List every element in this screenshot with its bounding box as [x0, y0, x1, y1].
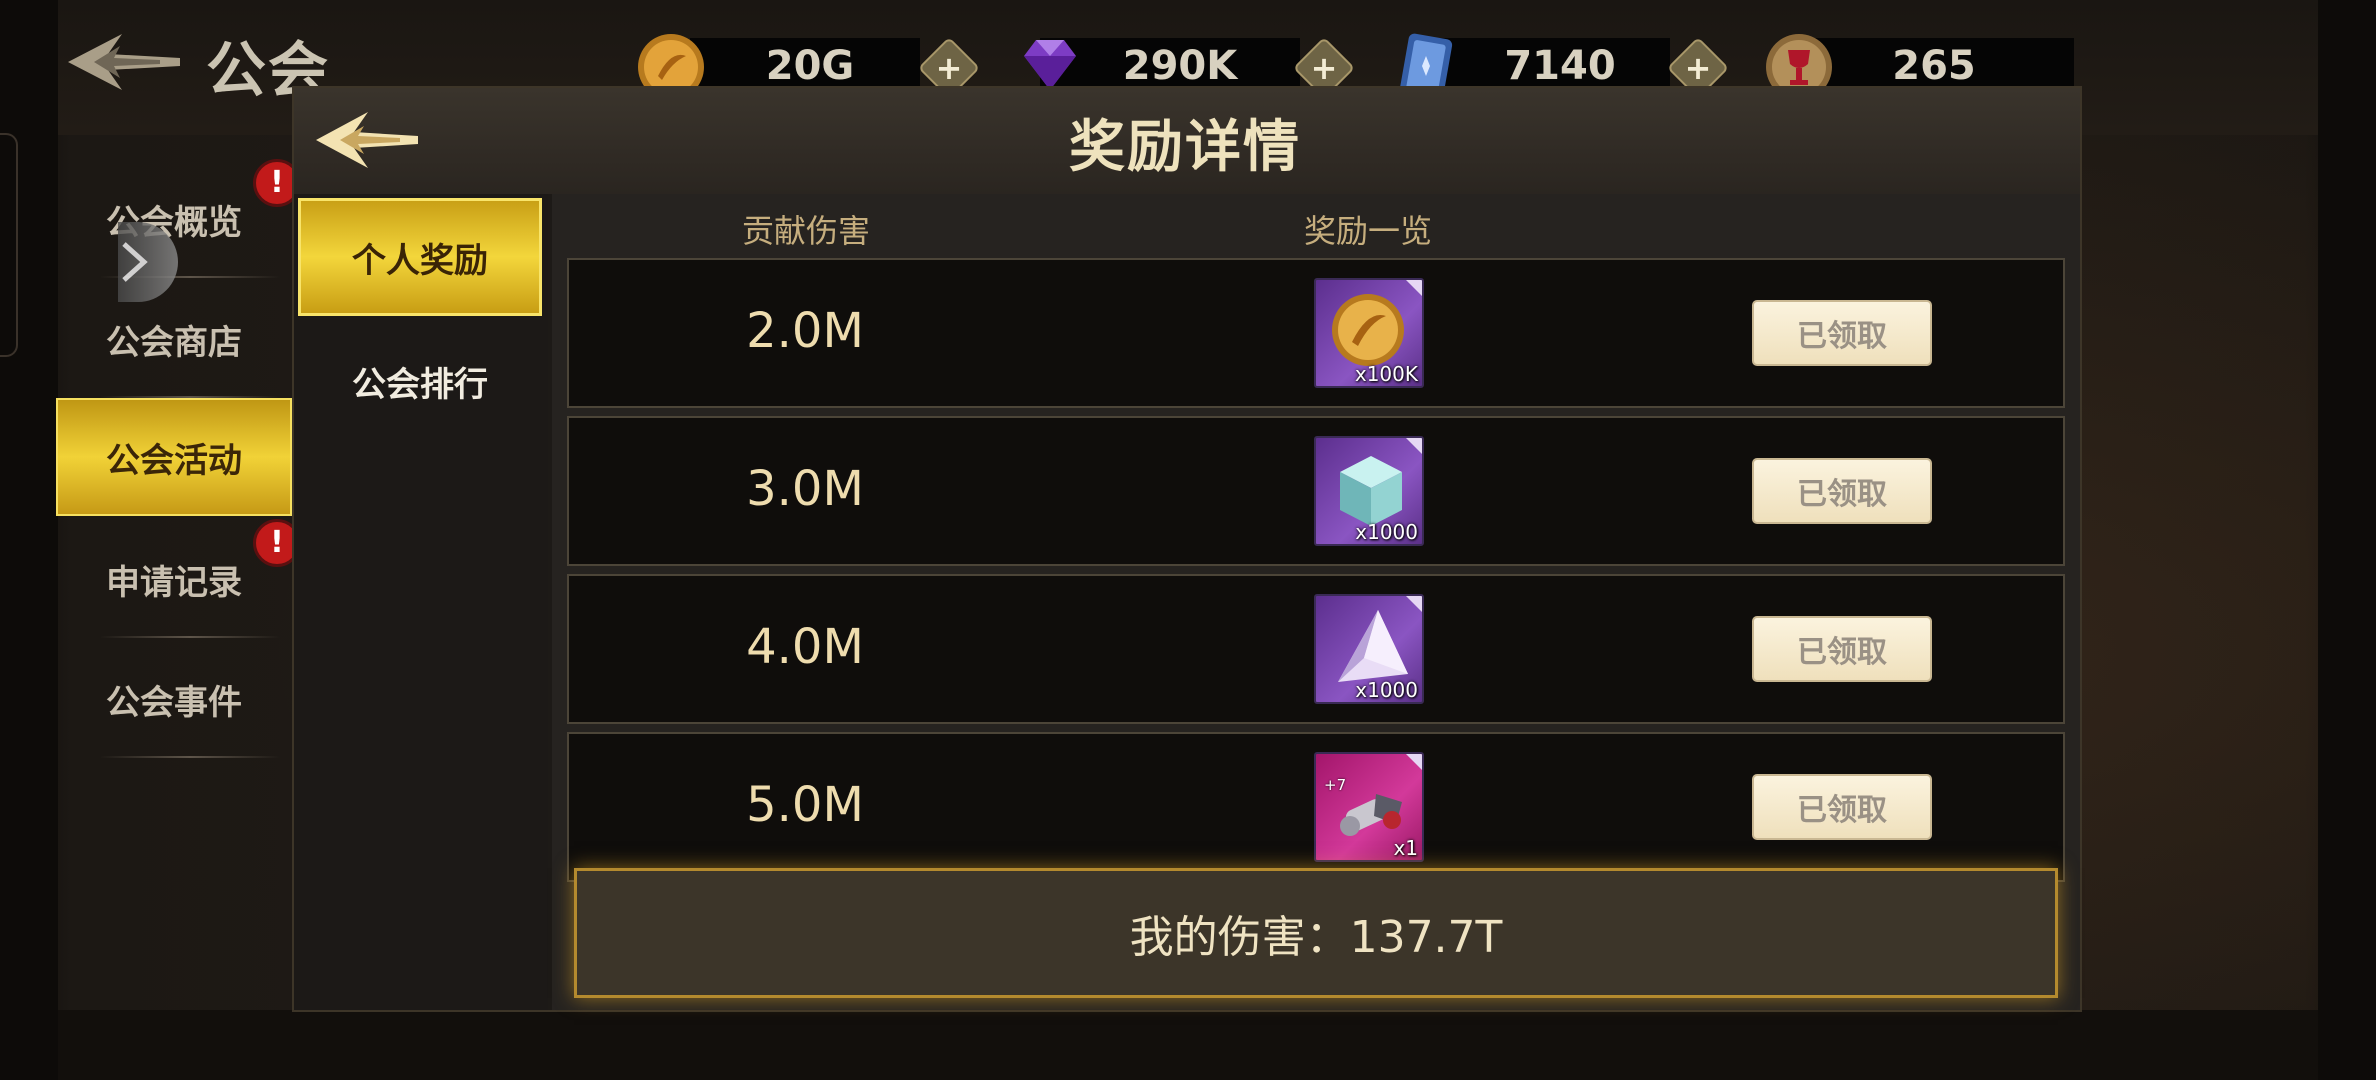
sidebar-item-label: 公会事件 — [106, 682, 242, 723]
plus-icon: + — [1310, 49, 1338, 87]
reward-item[interactable]: x1000 — [1314, 594, 1424, 704]
reward-item[interactable]: x1000 — [1314, 436, 1424, 546]
tabs-column — [294, 194, 548, 1010]
rarity-corner — [1406, 754, 1422, 770]
reward-item[interactable]: +7 x1 — [1314, 752, 1424, 862]
item-quantity: x1 — [1393, 836, 1418, 860]
item-quantity: x1000 — [1355, 520, 1418, 544]
sidebar-item-label: 公会商店 — [106, 322, 242, 363]
tab-personal-rewards[interactable]: 个人奖励 — [298, 198, 542, 316]
my-damage-label: 我的伤害：137.7T — [1129, 912, 1503, 963]
claimed-button[interactable]: 已领取 — [1752, 300, 1932, 366]
tab-label: 公会排行 — [352, 364, 488, 405]
panel-title: 奖励详情 — [1069, 115, 1301, 180]
rarity-corner — [1406, 438, 1422, 454]
my-damage-bar: 我的伤害：137.7T — [574, 868, 2058, 998]
tab-label: 个人奖励 — [352, 240, 488, 281]
column-header-rewards: 奖励一览 — [1303, 212, 1432, 250]
background-bottom-band — [0, 1010, 2376, 1080]
claimed-button[interactable]: 已领取 — [1752, 616, 1932, 682]
damage-threshold: 5.0M — [746, 777, 864, 833]
sidebar-item-label: 公会活动 — [106, 440, 242, 481]
damage-threshold: 3.0M — [746, 461, 864, 517]
panel-back-arrow-icon[interactable] — [312, 108, 422, 172]
screen-edge-right — [2318, 0, 2376, 1080]
item-enhance-level: +7 — [1324, 776, 1347, 794]
plus-icon: + — [1684, 49, 1712, 87]
damage-threshold: 2.0M — [746, 303, 864, 359]
claimed-button[interactable]: 已领取 — [1752, 458, 1932, 524]
item-quantity: x1000 — [1355, 678, 1418, 702]
tab-guild-ranking[interactable]: 公会排行 — [298, 322, 542, 440]
chevron-right-icon — [122, 242, 148, 282]
reward-item[interactable]: x100K — [1314, 278, 1424, 388]
back-arrow-icon[interactable] — [64, 30, 184, 94]
sidebar-divider — [100, 636, 280, 638]
sidebar-divider — [100, 756, 280, 758]
damage-threshold: 4.0M — [746, 619, 864, 675]
edge-frame-decoration — [0, 133, 18, 357]
sidebar-item-label: 申请记录 — [106, 562, 242, 603]
column-header-damage: 贡献伤害 — [741, 212, 870, 250]
rarity-corner — [1406, 596, 1422, 612]
sidebar-item-activity[interactable]: 公会活动 — [56, 398, 292, 516]
sidebar-item-events[interactable]: 公会事件 — [56, 640, 292, 758]
rarity-corner — [1406, 280, 1422, 296]
item-quantity: x100K — [1354, 362, 1418, 386]
plus-icon: + — [935, 49, 963, 87]
claimed-button[interactable]: 已领取 — [1752, 774, 1932, 840]
floating-expand-button[interactable] — [118, 222, 178, 302]
